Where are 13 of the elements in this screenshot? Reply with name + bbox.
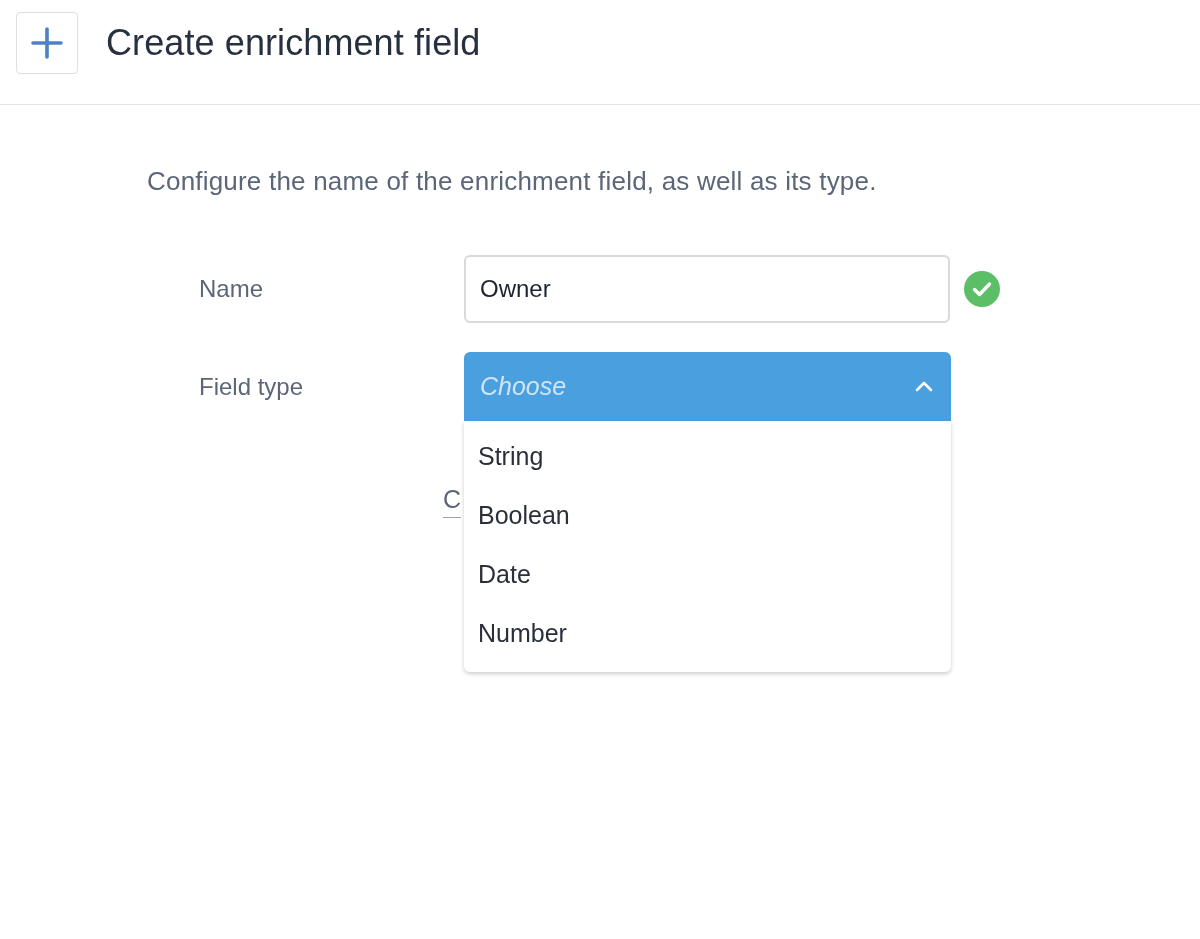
dropdown-option[interactable]: Number <box>464 604 951 663</box>
page-title: Create enrichment field <box>106 22 481 64</box>
field-label: Name <box>199 275 264 303</box>
plus-icon <box>31 27 63 59</box>
add-button[interactable] <box>16 12 78 74</box>
description-text: Configure the name of the enrichment field, as well as its type. <box>147 165 877 197</box>
dropdown-option[interactable]: Boolean <box>464 486 951 545</box>
chevron-icon <box>915 381 933 392</box>
field-label: Field type <box>199 372 304 401</box>
name-input-field[interactable]: Owner <box>464 255 950 323</box>
link-text[interactable]: C <box>443 485 462 518</box>
dropdown-option[interactable]: Date <box>464 545 951 604</box>
dropdown-option[interactable]: String <box>464 427 951 486</box>
